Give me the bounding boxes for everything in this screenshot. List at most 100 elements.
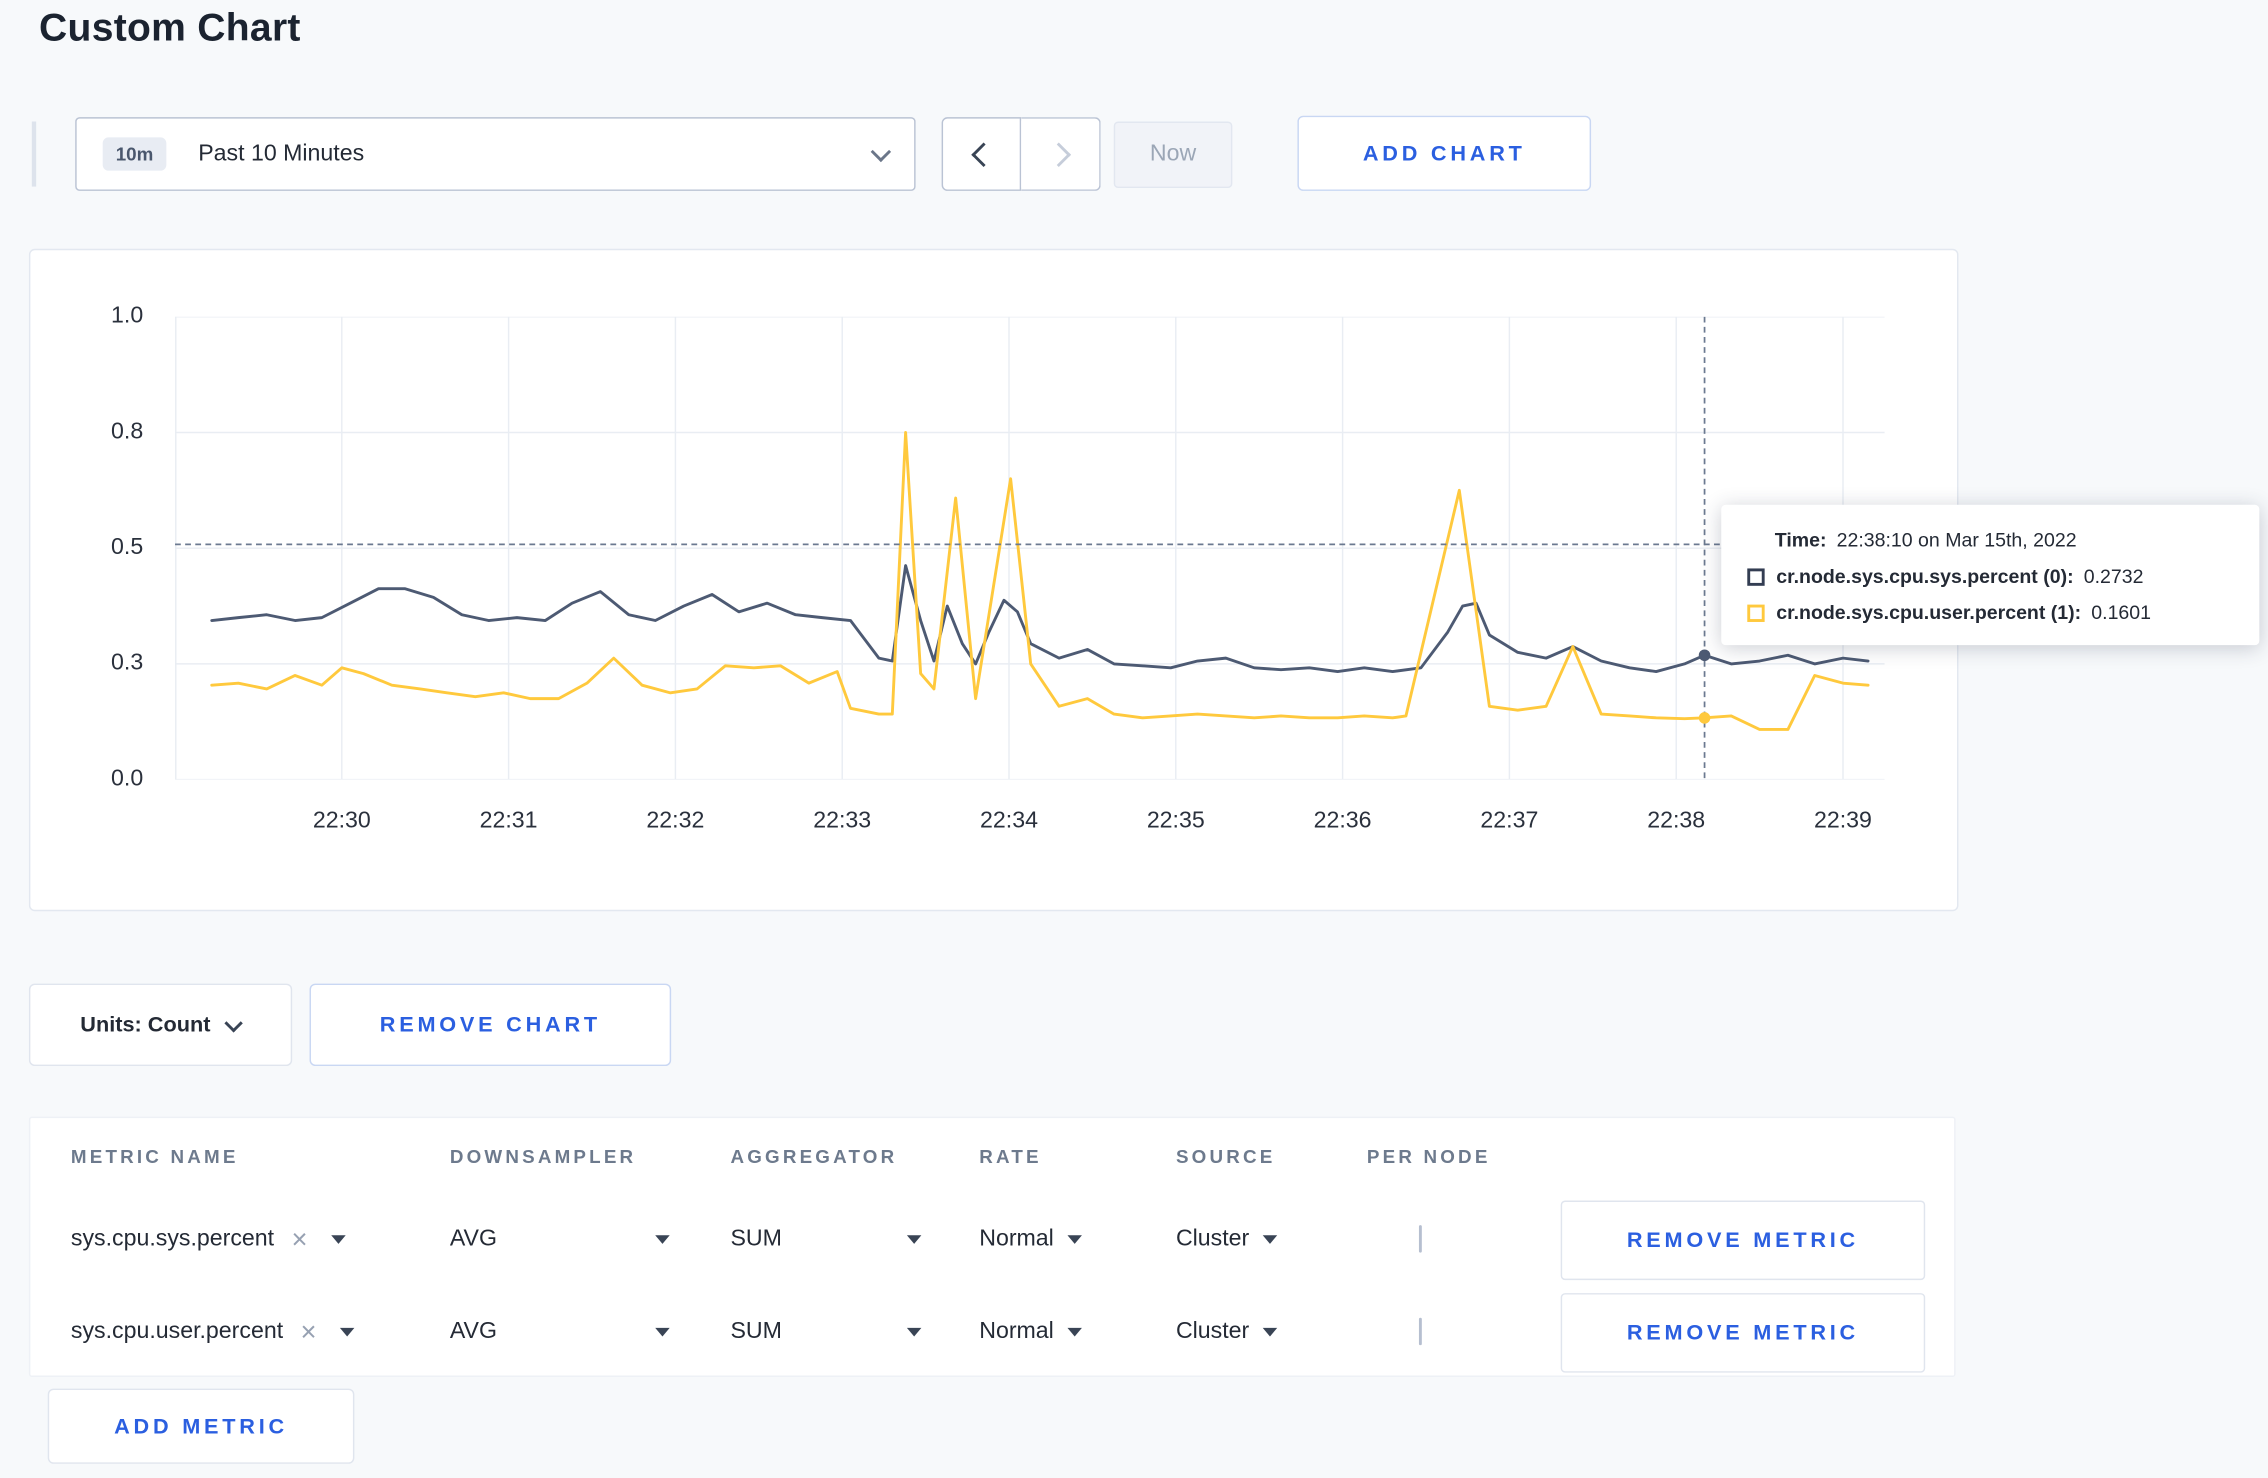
chevron-down-icon bbox=[870, 140, 892, 162]
chevron-down-icon bbox=[330, 1235, 346, 1244]
x-tick-label: 22:38 bbox=[1647, 808, 1706, 834]
tooltip-series-label: cr.node.sys.cpu.sys.percent (0): bbox=[1776, 565, 2074, 588]
header-downsampler: DOWNSAMPLER bbox=[449, 1144, 637, 1167]
chart-tooltip: Time: 22:38:10 on Mar 15th, 2022 cr.node… bbox=[1721, 504, 2260, 646]
toolbar-divider bbox=[31, 121, 37, 187]
y-axis-labels: 0.0 0.3 0.5 0.8 1.0 bbox=[30, 304, 163, 791]
chevron-down-icon bbox=[655, 1235, 670, 1244]
tooltip-time-label: Time: bbox=[1774, 529, 1827, 552]
aggregator-select[interactable]: SUM bbox=[730, 1319, 922, 1345]
scale-wrapper: Custom Chart 10m Past 10 Minutes Now ADD… bbox=[0, 0, 2268, 1478]
rate-value: Normal bbox=[979, 1319, 1054, 1344]
chevron-left-icon bbox=[971, 141, 996, 167]
y-tick-label: 0.0 bbox=[111, 766, 144, 792]
y-tick-label: 0.5 bbox=[111, 535, 144, 560]
x-axis-labels: 22:30 22:31 22:32 22:33 22:34 22:35 22:36 22:37… bbox=[175, 809, 1885, 844]
now-button[interactable]: Now bbox=[1113, 121, 1233, 189]
x-tick-label: 22:36 bbox=[1313, 808, 1372, 834]
x-tick-label: 22:30 bbox=[312, 808, 371, 834]
chevron-down-icon bbox=[906, 1327, 922, 1337]
series-line-1 bbox=[210, 431, 1870, 731]
header-source: SOURCE bbox=[1175, 1144, 1276, 1167]
prev-time-button[interactable] bbox=[941, 117, 1022, 191]
add-chart-button[interactable]: ADD CHART bbox=[1297, 115, 1592, 191]
table-row: sys.cpu.sys.percent × AVG SUM Normal Clu… bbox=[71, 1193, 1954, 1286]
x-tick-label: 22:34 bbox=[980, 808, 1038, 834]
tooltip-series-label: cr.node.sys.cpu.user.percent (1): bbox=[1776, 601, 2082, 624]
chevron-down-icon bbox=[339, 1327, 355, 1337]
clear-metric-icon[interactable]: × bbox=[300, 1318, 316, 1345]
units-dropdown[interactable]: Units: Count bbox=[28, 983, 293, 1067]
chevron-down-icon bbox=[906, 1235, 922, 1244]
metrics-table-header: METRIC NAME DOWNSAMPLER AGGREGATOR RATE … bbox=[71, 1118, 1954, 1193]
tooltip-series-row: cr.node.sys.cpu.user.percent (1): 0.1601 bbox=[1747, 601, 2233, 624]
chevron-down-icon bbox=[1262, 1327, 1277, 1337]
chevron-down-icon bbox=[1066, 1327, 1082, 1337]
chevron-down-icon bbox=[1262, 1235, 1277, 1244]
x-tick-label: 22:35 bbox=[1146, 808, 1205, 834]
series-line-0 bbox=[210, 564, 1870, 674]
x-tick-label: 22:37 bbox=[1480, 808, 1539, 834]
downsampler-value: AVG bbox=[449, 1319, 498, 1344]
add-metric-button[interactable]: ADD METRIC bbox=[47, 1388, 355, 1464]
remove-chart-button[interactable]: REMOVE CHART bbox=[309, 983, 672, 1067]
tooltip-time-value: 22:38:10 on Mar 15th, 2022 bbox=[1836, 529, 2077, 552]
header-aggregator: AGGREGATOR bbox=[730, 1144, 898, 1167]
metric-select[interactable]: sys.cpu.sys.percent × bbox=[71, 1226, 450, 1253]
x-tick-label: 22:33 bbox=[813, 808, 872, 834]
aggregator-select[interactable]: SUM bbox=[730, 1226, 922, 1253]
source-select[interactable]: Cluster bbox=[1176, 1227, 1367, 1253]
time-pager bbox=[941, 117, 1101, 191]
tooltip-time-row: Time: 22:38:10 on Mar 15th, 2022 bbox=[1747, 529, 2233, 551]
source-select[interactable]: Cluster bbox=[1176, 1319, 1367, 1345]
tooltip-series-value: 0.2732 bbox=[2083, 565, 2144, 588]
time-range-dropdown[interactable]: 10m Past 10 Minutes bbox=[75, 117, 916, 191]
x-tick-label: 22:32 bbox=[646, 808, 705, 834]
line-chart[interactable] bbox=[175, 316, 1885, 780]
per-node-checkbox[interactable] bbox=[1418, 1225, 1422, 1253]
per-node-checkbox[interactable] bbox=[1418, 1317, 1422, 1346]
units-label: Units: Count bbox=[80, 1012, 211, 1038]
header-per-node: PER NODE bbox=[1366, 1144, 1491, 1167]
remove-metric-button[interactable]: REMOVE METRIC bbox=[1560, 1199, 1926, 1280]
metric-select[interactable]: sys.cpu.user.percent × bbox=[70, 1318, 450, 1346]
rate-value: Normal bbox=[979, 1226, 1054, 1252]
hover-marker-0 bbox=[1698, 649, 1711, 662]
source-value: Cluster bbox=[1175, 1226, 1250, 1252]
header-rate: RATE bbox=[979, 1144, 1042, 1167]
x-tick-label: 22:31 bbox=[479, 808, 538, 834]
custom-chart-page: Custom Chart 10m Past 10 Minutes Now ADD… bbox=[0, 0, 2268, 1478]
downsampler-select[interactable]: AVG bbox=[450, 1227, 670, 1253]
tooltip-series-row: cr.node.sys.cpu.sys.percent (0): 0.2732 bbox=[1747, 565, 2233, 588]
aggregator-value: SUM bbox=[730, 1319, 782, 1344]
downsampler-select[interactable]: AVG bbox=[450, 1319, 670, 1345]
hover-marker-1 bbox=[1698, 712, 1711, 724]
y-tick-label: 0.8 bbox=[111, 419, 144, 445]
rate-select[interactable]: Normal bbox=[979, 1227, 1176, 1253]
rate-select[interactable]: Normal bbox=[979, 1319, 1176, 1345]
time-range-label: Past 10 Minutes bbox=[198, 141, 365, 166]
clear-metric-icon[interactable]: × bbox=[291, 1226, 307, 1253]
metrics-table: METRIC NAME DOWNSAMPLER AGGREGATOR RATE … bbox=[28, 1116, 1956, 1379]
chevron-down-icon bbox=[1066, 1235, 1082, 1244]
tooltip-series-value: 0.1601 bbox=[2091, 601, 2152, 624]
chevron-down-icon bbox=[225, 1013, 244, 1032]
x-tick-label: 22:39 bbox=[1814, 808, 1872, 834]
chevron-down-icon bbox=[655, 1327, 670, 1337]
metric-name: sys.cpu.user.percent bbox=[70, 1319, 284, 1344]
aggregator-value: SUM bbox=[730, 1226, 782, 1252]
downsampler-value: AVG bbox=[449, 1226, 498, 1252]
time-range-badge: 10m bbox=[102, 137, 167, 171]
table-row: sys.cpu.user.percent × AVG SUM Normal Cl… bbox=[71, 1286, 1954, 1379]
header-metric-name: METRIC NAME bbox=[70, 1144, 239, 1167]
metric-name: sys.cpu.sys.percent bbox=[70, 1226, 275, 1252]
page-title: Custom Chart bbox=[39, 5, 301, 50]
series-swatch-sys-icon bbox=[1747, 567, 1765, 586]
remove-metric-button[interactable]: REMOVE METRIC bbox=[1560, 1292, 1926, 1372]
series-swatch-user-icon bbox=[1747, 603, 1765, 622]
next-time-button[interactable] bbox=[1021, 117, 1101, 191]
chevron-right-icon bbox=[1045, 141, 1071, 167]
y-tick-label: 1.0 bbox=[111, 303, 144, 329]
source-value: Cluster bbox=[1175, 1319, 1250, 1344]
chart-card: 0.0 0.3 0.5 0.8 1.0 22:30 22:31 22:32 22:33 22:3… bbox=[28, 248, 1959, 912]
